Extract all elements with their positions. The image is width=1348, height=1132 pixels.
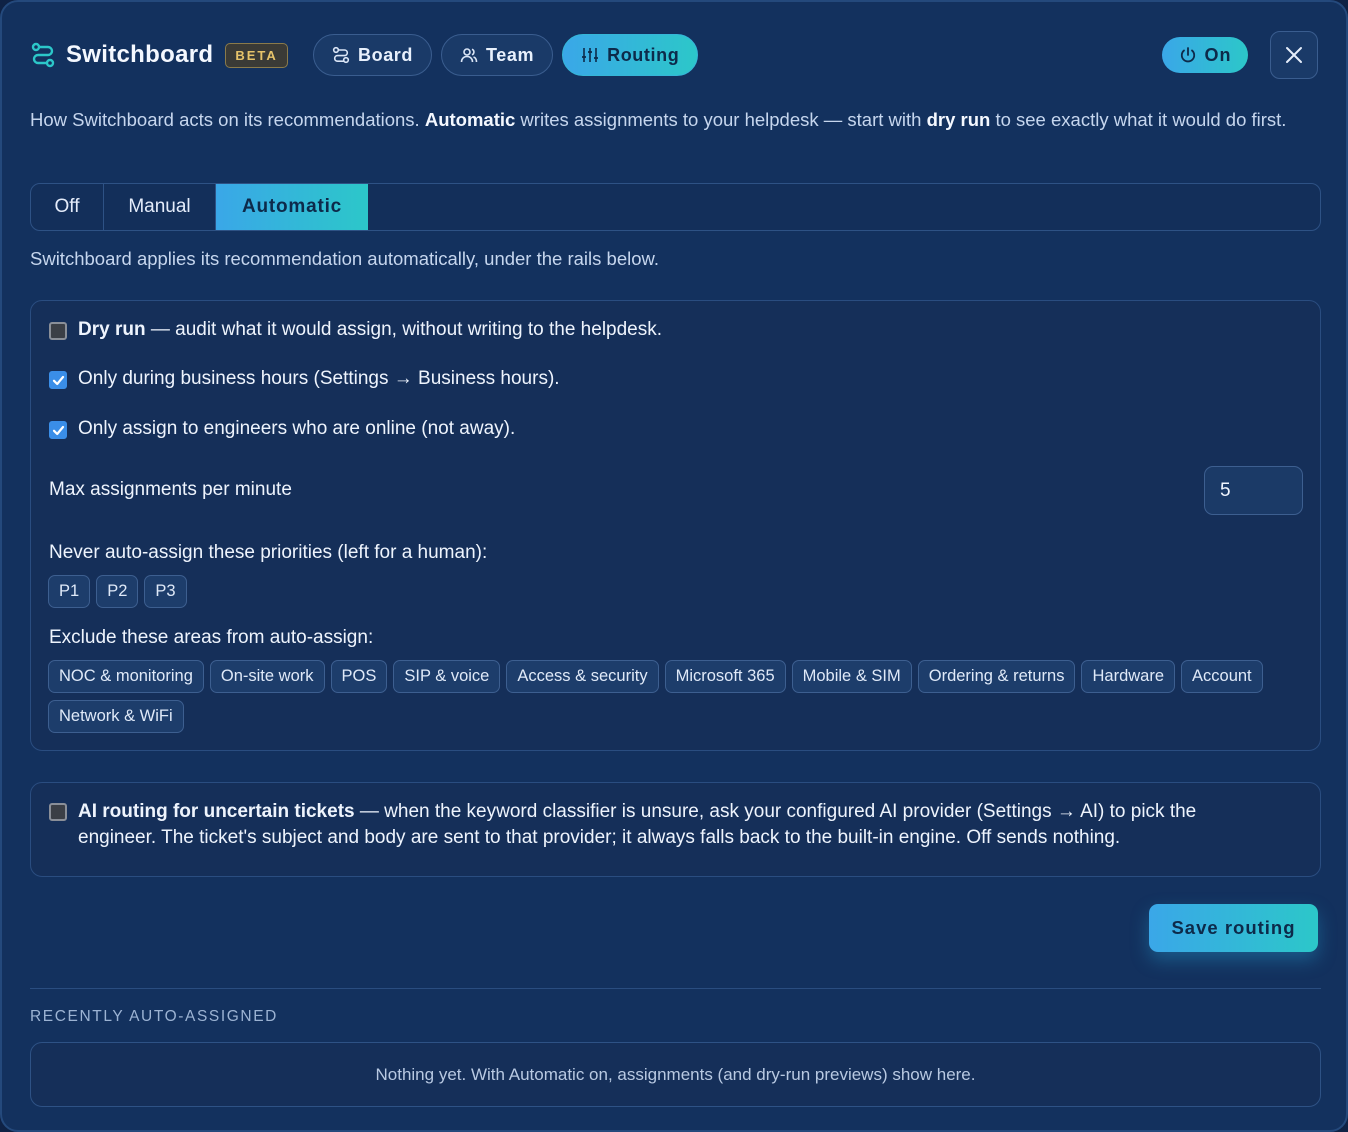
check-icon <box>52 375 64 385</box>
recent-section-title: RECENTLY AUTO-ASSIGNED <box>30 1008 278 1025</box>
intro-part3: to see exactly what it would do first. <box>990 109 1287 130</box>
priorities-label: Never auto-assign these priorities (left… <box>49 542 488 563</box>
recent-empty-state: Nothing yet. With Automatic on, assignme… <box>30 1042 1321 1107</box>
route-logo-icon <box>31 42 55 68</box>
area-chip[interactable]: Hardware <box>1081 660 1176 693</box>
tab-team[interactable]: Team <box>441 34 554 76</box>
check-icon <box>52 425 64 435</box>
mode-segmented-control: Off Manual Automatic <box>30 183 1321 231</box>
area-chip[interactable]: Network & WiFi <box>48 700 184 733</box>
close-button[interactable] <box>1270 31 1318 79</box>
business-hours-checkbox[interactable] <box>49 371 67 389</box>
area-chip[interactable]: Mobile & SIM <box>791 660 912 693</box>
ai-routing-label: AI routing for uncertain tickets — when … <box>78 799 1279 851</box>
route-icon <box>332 46 350 64</box>
intro-part2: writes assignments to your helpdesk — st… <box>515 109 927 130</box>
app-name: Switchboard <box>66 41 214 68</box>
mode-automatic-option[interactable]: Automatic <box>216 184 368 230</box>
tab-board-label: Board <box>358 44 414 65</box>
ai-routing-card: AI routing for uncertain tickets — when … <box>30 782 1321 877</box>
tab-team-label: Team <box>486 44 535 65</box>
header: Switchboard BETA Board Team Routing On <box>30 31 1318 79</box>
max-assignments-input[interactable]: 5 <box>1204 466 1303 515</box>
online-only-row[interactable]: Only assign to engineers who are online … <box>49 418 515 440</box>
ai-routing-row[interactable]: AI routing for uncertain tickets — when … <box>49 799 1279 851</box>
tab-board[interactable]: Board <box>313 34 433 76</box>
mode-note: Switchboard applies its recommendation a… <box>30 248 659 269</box>
area-chips: NOC & monitoring On-site work POS SIP & … <box>48 660 1308 733</box>
brand: Switchboard BETA <box>30 32 288 78</box>
ai-routing-checkbox[interactable] <box>49 803 67 821</box>
area-chip[interactable]: NOC & monitoring <box>48 660 204 693</box>
power-label: On <box>1204 44 1232 65</box>
power-icon <box>1180 47 1195 63</box>
users-icon <box>460 48 478 63</box>
area-chip[interactable]: Account <box>1181 660 1263 693</box>
area-chip[interactable]: Microsoft 365 <box>664 660 786 693</box>
priority-chips: P1 P2 P3 <box>48 575 187 608</box>
tab-routing-label: Routing <box>607 44 680 65</box>
online-only-label: Only assign to engineers who are online … <box>78 418 516 439</box>
mode-manual-option[interactable]: Manual <box>104 184 216 230</box>
recent-empty-text: Nothing yet. With Automatic on, assignme… <box>375 1064 976 1084</box>
area-chip[interactable]: Ordering & returns <box>917 660 1076 693</box>
max-assignments-label: Max assignments per minute <box>49 479 292 500</box>
tab-routing[interactable]: Routing <box>562 34 699 76</box>
max-assignments-value: 5 <box>1220 479 1231 501</box>
divider <box>30 988 1321 989</box>
intro-part1: How Switchboard acts on its recommendati… <box>30 109 425 130</box>
power-toggle-button[interactable]: On <box>1162 37 1248 73</box>
dry-run-text: — audit what it would assign, without wr… <box>145 319 663 340</box>
area-chip[interactable]: On-site work <box>209 660 325 693</box>
intro-text: How Switchboard acts on its recommendati… <box>30 107 1320 133</box>
area-chip[interactable]: POS <box>330 660 388 693</box>
save-routing-button[interactable]: Save routing <box>1149 904 1318 952</box>
priority-chip-p1[interactable]: P1 <box>48 575 91 608</box>
mode-off-option[interactable]: Off <box>31 184 104 230</box>
routing-panel: Switchboard BETA Board Team Routing On H… <box>0 0 1348 1132</box>
business-hours-row[interactable]: Only during business hours (Settings → B… <box>49 368 560 390</box>
areas-label: Exclude these areas from auto-assign: <box>49 627 374 648</box>
beta-badge: BETA <box>225 42 288 68</box>
priority-chip-p2[interactable]: P2 <box>96 575 139 608</box>
business-hours-label: Only during business hours (Settings → B… <box>78 368 560 389</box>
rails-card: Dry run — audit what it would assign, wi… <box>30 300 1321 751</box>
area-chip[interactable]: SIP & voice <box>393 660 501 693</box>
intro-bold-dry-run: dry run <box>926 109 991 130</box>
area-chip[interactable]: Access & security <box>506 660 659 693</box>
priority-chip-p3[interactable]: P3 <box>144 575 187 608</box>
dry-run-label: Dry run — audit what it would assign, wi… <box>78 319 662 341</box>
dry-run-row[interactable]: Dry run — audit what it would assign, wi… <box>49 319 662 341</box>
dry-run-bold: Dry run <box>78 319 146 340</box>
main-tabs: Board Team Routing <box>313 34 699 76</box>
sliders-icon <box>582 48 599 62</box>
ai-routing-bold: AI routing for uncertain tickets <box>78 801 355 822</box>
online-only-checkbox[interactable] <box>49 421 67 439</box>
intro-bold-automatic: Automatic <box>424 109 516 130</box>
dry-run-checkbox[interactable] <box>49 322 67 340</box>
close-icon <box>1286 47 1302 63</box>
